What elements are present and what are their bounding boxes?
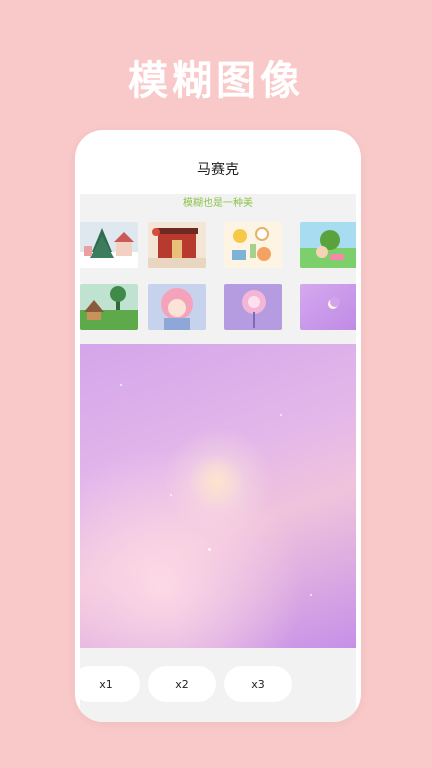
- x2-button[interactable]: x2: [148, 666, 216, 702]
- star-speck: [310, 594, 312, 596]
- moon-icon: [198, 464, 229, 493]
- preview-image: [80, 344, 356, 648]
- thumb-forest-cabin[interactable]: [80, 284, 138, 330]
- promo-title: 模糊图像: [128, 58, 304, 104]
- phone-frame: 马赛克 模糊也是一种美 x1 x2 x3: [75, 130, 361, 722]
- thumb-snow-village[interactable]: [80, 222, 138, 268]
- thumb-breakfast-table[interactable]: [224, 222, 282, 268]
- thumb-girl-in-grass[interactable]: [300, 222, 356, 268]
- x3-button[interactable]: x3: [224, 666, 292, 702]
- x1-label: x1: [99, 677, 113, 691]
- star-speck: [208, 548, 211, 551]
- x3-label: x3: [251, 677, 265, 691]
- thumb-red-gate[interactable]: [148, 222, 206, 268]
- thumb-purple-moon[interactable]: [300, 284, 356, 330]
- star-speck: [120, 384, 122, 386]
- star-speck: [280, 414, 282, 416]
- blur-level-buttons: x1 x2 x3: [80, 664, 356, 704]
- app-header: 马赛克: [80, 144, 356, 194]
- star-speck: [170, 494, 172, 496]
- thumb-pink-hair-girl[interactable]: [148, 284, 206, 330]
- thumbnail-grid: [80, 214, 356, 344]
- app-screen: 马赛克 模糊也是一种美 x1 x2 x3: [80, 144, 356, 722]
- x1-button[interactable]: x1: [80, 666, 140, 702]
- page-title: 马赛克: [197, 162, 239, 178]
- thumb-glowing-rose[interactable]: [224, 284, 282, 330]
- subtitle: 模糊也是一种美: [183, 198, 253, 209]
- x2-label: x2: [175, 677, 189, 691]
